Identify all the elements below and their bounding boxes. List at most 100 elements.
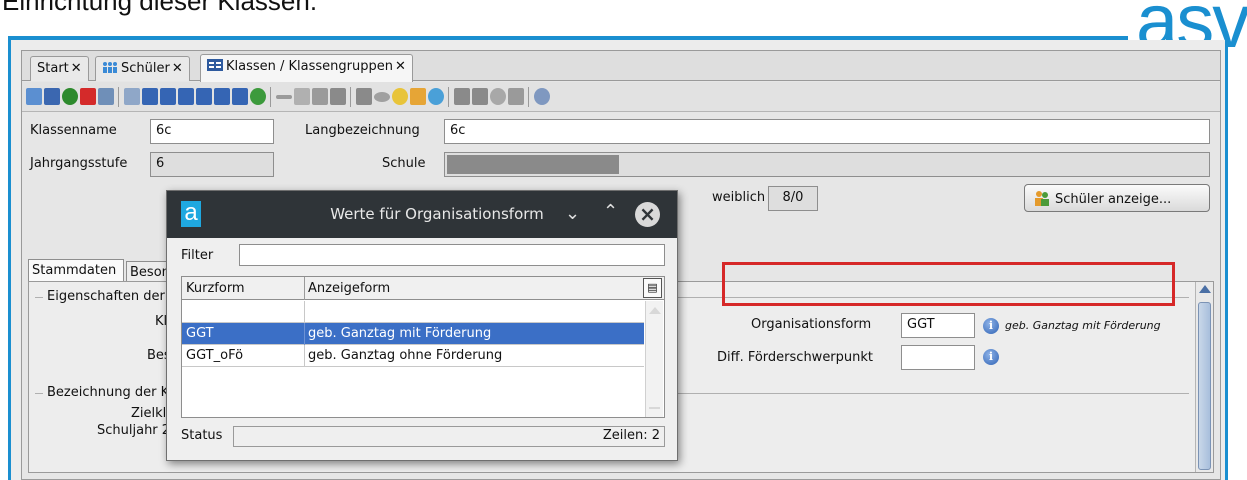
column-header-kurzform[interactable]: Kurzform — [186, 281, 245, 296]
column-chooser-icon[interactable]: ▤ — [643, 278, 662, 298]
cut-icon[interactable] — [294, 88, 310, 105]
main-tab-bar: Start ✕ Schüler ✕ Klassen / Klassengruppen… — [22, 51, 1220, 82]
scroll-thumb[interactable] — [1198, 302, 1211, 470]
close-icon[interactable]: ✕ — [395, 59, 406, 74]
new-icon[interactable] — [26, 88, 42, 105]
klassenname-field[interactable]: 6c — [150, 119, 274, 144]
tab-label: Start — [37, 61, 69, 76]
schule-label: Schule — [382, 156, 426, 171]
toolbar-separator — [448, 87, 449, 107]
organisationsform-dialog: a Werte für Organisationsform ⌄ ⌃ × Filt… — [166, 190, 678, 461]
tab-stammdaten[interactable]: Stammdaten — [28, 259, 124, 282]
tab-label: Schüler — [121, 61, 170, 76]
maximize-icon[interactable]: ⌃ — [603, 200, 618, 224]
minimize-icon[interactable]: ⌄ — [565, 202, 580, 226]
class-table-icon — [207, 59, 223, 71]
app-logo-icon: a — [181, 201, 201, 227]
filter-input[interactable] — [239, 244, 665, 266]
panel-scrollbar[interactable] — [1195, 282, 1213, 472]
cell-kurzform: GGT_oFö — [186, 348, 244, 363]
scroll-up-arrow-icon[interactable] — [649, 307, 661, 314]
dialog-title: Werte für Organisationsform — [330, 205, 544, 223]
dialog-titlebar[interactable]: a Werte für Organisationsform ⌄ ⌃ × — [167, 191, 677, 238]
toolbar — [22, 82, 1220, 112]
organisationsform-hint: geb. Ganztag mit Förderung — [1005, 319, 1161, 332]
table-row[interactable] — [182, 301, 644, 323]
clock-icon[interactable] — [428, 88, 444, 105]
people-icon[interactable] — [454, 88, 470, 105]
fast-forward-icon[interactable] — [214, 88, 230, 105]
info-icon[interactable]: i — [983, 349, 999, 365]
back-icon[interactable] — [178, 88, 194, 105]
langbezeichnung-field[interactable]: 6c — [444, 119, 1210, 144]
tab-label: Klassen / Klassengruppen — [226, 59, 393, 74]
values-table: Kurzform Anzeigeform ▤ GGT geb. Ganztag … — [181, 276, 665, 418]
copy-icon[interactable] — [312, 88, 328, 105]
fast-back-icon[interactable] — [160, 88, 176, 105]
column-divider — [304, 345, 305, 367]
save-icon[interactable] — [44, 88, 60, 105]
tab-klassen[interactable]: Klassen / Klassengruppen ✕ — [200, 54, 413, 82]
cell-kurzform: GGT — [186, 326, 214, 341]
redacted-school-name — [447, 155, 619, 174]
jahrgangsstufe-field[interactable]: 6 — [150, 152, 274, 177]
close-icon[interactable]: × — [635, 202, 660, 227]
schule-field[interactable] — [444, 152, 1210, 177]
arrow-left-icon[interactable] — [276, 95, 292, 99]
toolbar-separator — [528, 87, 529, 107]
table-header: Kurzform Anzeigeform ▤ — [182, 277, 664, 300]
form-icon[interactable] — [98, 88, 114, 105]
refresh-icon[interactable] — [250, 88, 266, 105]
group-divider — [35, 393, 43, 394]
schueler-anzeigen-button[interactable]: Schüler anzeige... — [1024, 184, 1210, 212]
first-icon[interactable] — [142, 88, 158, 105]
scroll-up-arrow-icon[interactable] — [1199, 285, 1211, 293]
foerderschwerpunkt-label: Diff. Förderschwerpunkt — [717, 350, 874, 365]
undo-icon[interactable] — [62, 88, 78, 105]
column-divider — [304, 323, 305, 345]
status-field: Zeilen: 2 — [233, 426, 665, 447]
close-icon[interactable]: ✕ — [172, 61, 183, 76]
group-divider — [35, 297, 43, 298]
eraser-icon[interactable] — [410, 88, 426, 105]
tab-schueler[interactable]: Schüler ✕ — [95, 56, 190, 81]
jahrgangsstufe-label: Jahrgangsstufe — [30, 156, 128, 171]
cell-anzeigeform: geb. Ganztag mit Förderung — [308, 326, 492, 341]
bulb-icon[interactable] — [392, 88, 408, 105]
document-heading: Einrichtung dieser Klassen. — [2, 0, 318, 16]
info-icon[interactable]: i — [983, 318, 999, 334]
eye-icon[interactable] — [374, 92, 390, 102]
column-divider — [304, 301, 305, 323]
forward-icon[interactable] — [196, 88, 212, 105]
help-icon[interactable] — [534, 88, 550, 105]
table-row-selected[interactable]: GGT geb. Ganztag mit Förderung — [182, 323, 644, 345]
cell-anzeigeform: geb. Ganztag ohne Förderung — [308, 348, 503, 363]
toolbar-separator — [270, 87, 271, 107]
info-disc-icon[interactable] — [490, 88, 506, 105]
last-icon[interactable] — [232, 88, 248, 105]
paste-icon[interactable] — [330, 88, 346, 105]
status-label: Status — [181, 428, 223, 443]
highlight-box — [722, 262, 1175, 306]
delete-icon[interactable] — [80, 88, 96, 105]
table-icon[interactable] — [124, 88, 140, 105]
foerderschwerpunkt-field[interactable] — [901, 345, 975, 370]
people2-icon[interactable] — [472, 88, 488, 105]
tab-start[interactable]: Start ✕ — [30, 56, 89, 81]
weiblich-label: weiblich — [712, 190, 766, 205]
close-icon[interactable]: ✕ — [71, 61, 82, 76]
scroll-bottom-marker — [649, 407, 660, 409]
note-icon[interactable] — [508, 88, 524, 105]
table-row[interactable]: GGT_oFö geb. Ganztag ohne Förderung — [182, 345, 644, 367]
toolbar-separator — [350, 87, 351, 107]
print-icon[interactable] — [356, 88, 372, 105]
organisationsform-field[interactable]: GGT — [901, 313, 975, 338]
weiblich-field[interactable]: 8/0 — [768, 186, 818, 211]
students-icon — [103, 62, 117, 73]
column-header-anzeigeform[interactable]: Anzeigeform — [308, 281, 390, 296]
schuljahr-label: Schuljahr 2 — [97, 423, 171, 438]
table-scrollbar[interactable] — [645, 301, 663, 417]
column-divider — [304, 277, 305, 300]
filter-label: Filter — [181, 248, 214, 263]
toolbar-separator — [118, 87, 119, 107]
